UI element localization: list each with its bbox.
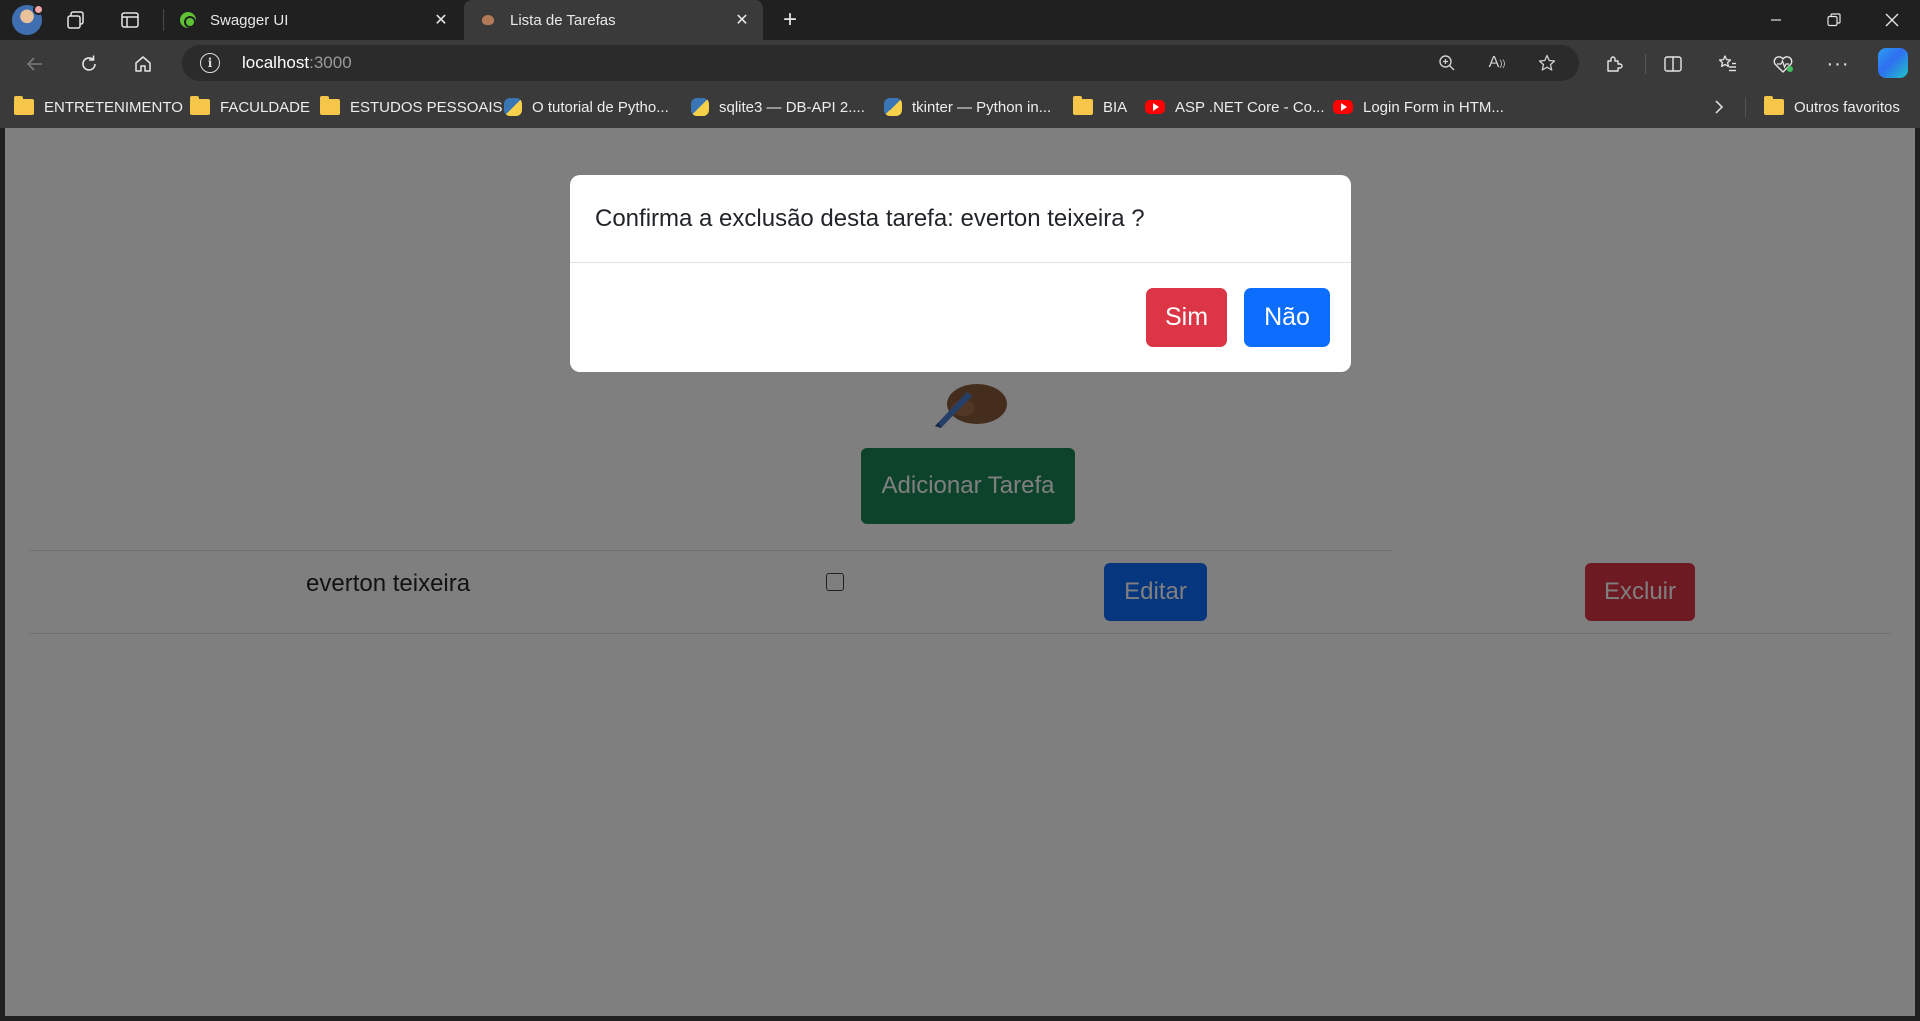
app-icon [482,15,494,25]
python-icon [691,98,709,116]
workspaces-icon[interactable] [62,6,90,34]
confirm-delete-modal: Confirma a exclusão desta tarefa: everto… [570,175,1351,372]
copilot-icon[interactable] [1878,48,1908,78]
python-icon [884,98,902,116]
bookmarks-separator [1745,97,1746,117]
close-window-icon[interactable] [1864,0,1920,40]
tab-lista-de-tarefas[interactable]: Lista de Tarefas ✕ [464,0,763,40]
read-aloud-icon[interactable]: A)) [1485,51,1509,75]
bookmarks-bar: ENTRETENIMENTO FACULDADE ESTUDOS PESSOAI… [0,86,1920,128]
profile-avatar[interactable] [12,4,44,35]
browser-tabstrip: Swagger UI ✕ Lista de Tarefas ✕ + [0,0,1920,40]
bookmark-faculdade[interactable]: FACULDADE [190,86,310,128]
youtube-icon [1333,100,1353,114]
tab-swagger-ui[interactable]: Swagger UI ✕ [170,0,462,40]
close-tab-icon[interactable]: ✕ [430,9,452,31]
bookmark-tkinter[interactable]: tkinter — Python in... [884,86,1051,128]
site-info-icon[interactable]: i [200,53,220,73]
refresh-icon[interactable] [74,49,104,79]
vertical-tabs-icon[interactable] [116,6,144,34]
split-screen-icon[interactable] [1658,49,1688,79]
bookmark-tutorial-python[interactable]: O tutorial de Pytho... [504,86,669,128]
python-icon [504,98,522,116]
modal-divider [570,262,1351,263]
bookmark-asp-net-core[interactable]: ASP .NET Core - Co... [1145,86,1325,128]
tab-label: Swagger UI [210,11,289,29]
tab-separator [163,9,164,31]
browser-toolbar: i localhost:3000 A)) ··· [0,40,1920,86]
folder-icon [1764,96,1784,115]
folder-icon [14,96,34,115]
confirm-no-button[interactable]: Não [1244,288,1330,347]
close-tab-icon[interactable]: ✕ [731,9,753,31]
bookmark-outros-favoritos[interactable]: Outros favoritos [1764,86,1900,128]
bookmark-sqlite3[interactable]: sqlite3 — DB-API 2.... [691,86,865,128]
modal-title: Confirma a exclusão desta tarefa: everto… [595,205,1145,232]
url-text[interactable]: localhost:3000 [242,53,352,73]
favorite-star-icon[interactable] [1535,51,1559,75]
minimize-icon[interactable] [1748,0,1804,40]
bookmark-bia[interactable]: BIA [1073,86,1127,128]
restore-icon[interactable] [1806,0,1862,40]
zoom-icon[interactable] [1435,51,1459,75]
tab-label: Lista de Tarefas [510,11,616,29]
favorites-icon[interactable] [1713,49,1743,79]
page-viewport: Adicionar Tarefa everton teixeira Editar… [5,128,1915,1016]
bookmark-estudos-pessoais[interactable]: ESTUDOS PESSOAIS [320,86,503,128]
extensions-icon[interactable] [1599,49,1629,79]
chevron-right-icon[interactable] [1707,95,1731,119]
home-icon[interactable] [128,49,158,79]
toolbar-separator [1645,54,1646,74]
confirm-yes-button[interactable]: Sim [1146,288,1227,347]
bookmark-login-form[interactable]: Login Form in HTM... [1333,86,1504,128]
notification-dot [33,4,44,15]
browser-essentials-icon[interactable] [1768,49,1798,79]
youtube-icon [1145,100,1165,114]
address-bar[interactable]: i localhost:3000 A)) [182,45,1579,81]
more-options-icon[interactable]: ··· [1823,49,1853,79]
folder-icon [1073,96,1093,115]
new-tab-icon[interactable]: + [776,6,804,34]
folder-icon [320,96,340,115]
swagger-icon [180,12,196,28]
back-icon[interactable] [20,49,50,79]
bookmark-entretenimento[interactable]: ENTRETENIMENTO [14,86,183,128]
folder-icon [190,96,210,115]
